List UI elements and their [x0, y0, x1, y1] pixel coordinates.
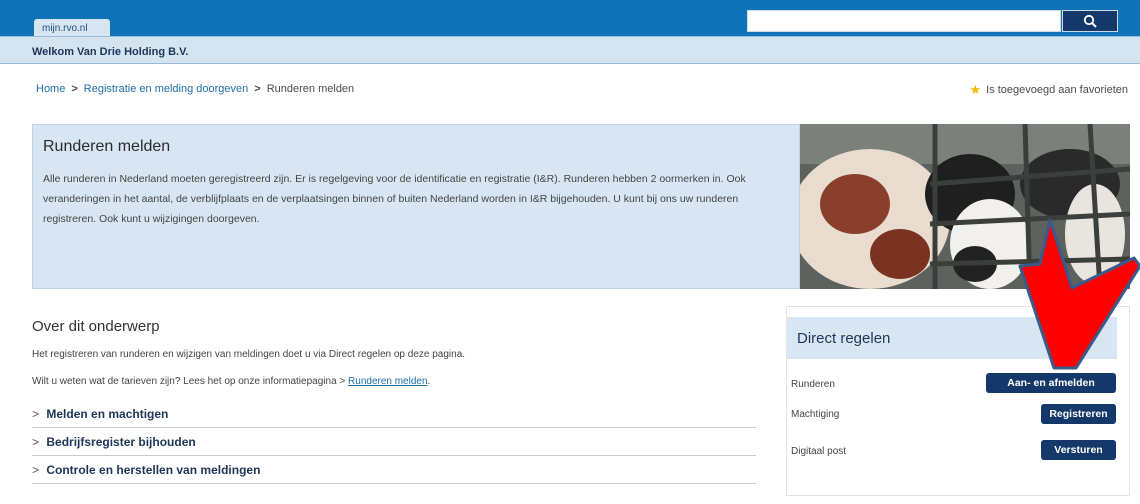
accordion-controle[interactable]: > Controle en herstellen van meldingen — [32, 456, 756, 484]
chevron-right-icon: > — [32, 435, 40, 449]
runderen-melden-link[interactable]: Runderen melden — [348, 376, 428, 387]
star-icon: ★ — [969, 82, 982, 97]
section-paragraph-2-text: Wilt u weten wat de tarieven zijn? Lees … — [32, 376, 337, 387]
favorite-toggle[interactable]: ★ Is toegevoegd aan favorieten — [969, 82, 1128, 98]
welcome-band: Welkom Van Drie Holding B.V. — [0, 36, 1140, 64]
row-label-runderen: Runderen — [791, 379, 835, 390]
welcome-text: Welkom Van Drie Holding B.V. — [32, 46, 189, 58]
section-paragraph-2: Wilt u weten wat de tarieven zijn? Lees … — [32, 376, 431, 387]
breadcrumb-home[interactable]: Home — [36, 83, 65, 95]
versturen-button[interactable]: Versturen — [1041, 440, 1116, 460]
chevron-right-icon: > — [32, 463, 40, 477]
direct-regelen-title: Direct regelen — [797, 330, 891, 347]
red-arrow-annotation — [1018, 218, 1140, 370]
search-button[interactable] — [1062, 10, 1118, 32]
row-label-digitaal-post: Digitaal post — [791, 446, 847, 457]
search-input[interactable] — [747, 10, 1061, 32]
favorite-label: Is toegevoegd aan favorieten — [986, 84, 1128, 96]
accordion-melden-machtigen[interactable]: > Melden en machtigen — [32, 400, 756, 428]
breadcrumb: Home > Registratie en melding doorgeven … — [36, 83, 354, 95]
link-prefix: > — [339, 376, 349, 387]
chevron-right-icon: > — [32, 407, 40, 421]
accordion-label: Bedrijfsregister bijhouden — [46, 435, 196, 449]
section-title: Over dit onderwerp — [32, 318, 160, 335]
site-tab[interactable]: mijn.rvo.nl — [34, 19, 110, 36]
page-title: Runderen melden — [43, 138, 171, 155]
registreren-button[interactable]: Registreren — [1041, 404, 1116, 424]
top-bar: mijn.rvo.nl — [0, 0, 1140, 36]
intro-box: Runderen melden Alle runderen in Nederla… — [32, 124, 800, 289]
breadcrumb-registratie[interactable]: Registratie en melding doorgeven — [84, 83, 249, 95]
accordion-bedrijfsregister[interactable]: > Bedrijfsregister bijhouden — [32, 428, 756, 456]
row-label-machtiging: Machtiging — [791, 409, 840, 420]
breadcrumb-current: Runderen melden — [266, 83, 355, 95]
intro-text: Alle runderen in Nederland moeten geregi… — [43, 173, 746, 225]
accordion-label: Melden en machtigen — [46, 407, 169, 421]
accordion-label: Controle en herstellen van meldingen — [46, 463, 261, 477]
breadcrumb-separator: > — [71, 83, 78, 95]
section-paragraph-1: Het registreren van runderen en wijzigen… — [32, 349, 466, 360]
breadcrumb-separator: > — [254, 83, 261, 95]
search-icon — [1083, 14, 1097, 28]
